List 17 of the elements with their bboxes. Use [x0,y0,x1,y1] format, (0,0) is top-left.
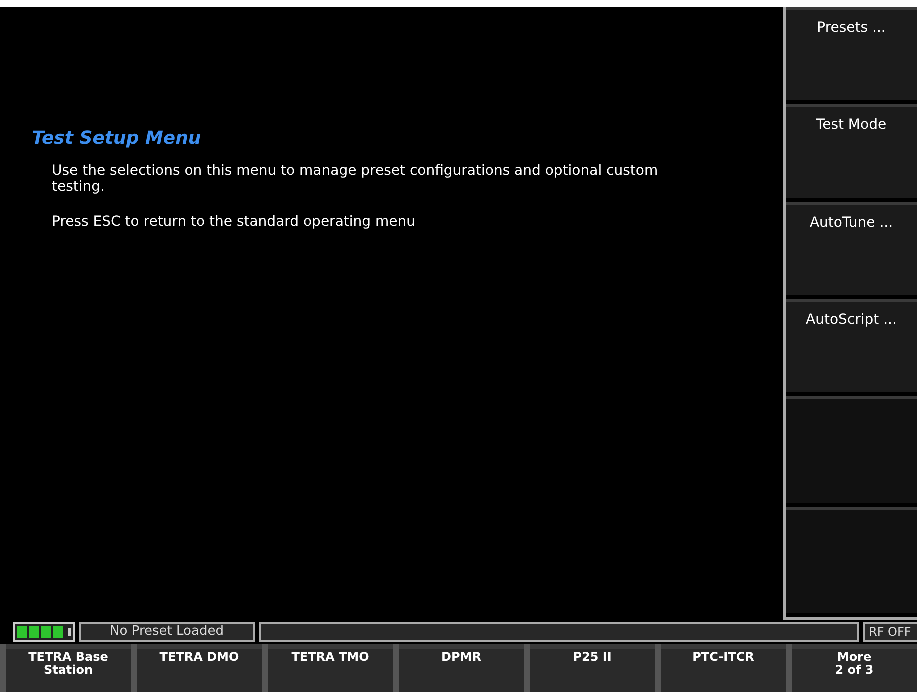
rf-status: RF OFF [863,622,917,642]
menu-softkey[interactable]: AutoScript ... [786,299,917,392]
menu-softkey[interactable]: Test Mode [786,104,917,198]
menu-title: Test Setup Menu [32,128,202,149]
mode-softkey[interactable]: TETRA DMO [137,644,262,692]
mode-softkey[interactable]: PTC-ITCR [661,644,786,692]
help-text: Use the selections on this menu to manage preset configurations and optional custom testing. [52,163,660,195]
help-text: Press ESC to return to the standard operating menu [52,214,416,230]
menu-softkey[interactable]: AutoTune ... [786,202,917,296]
preset-status: No Preset Loaded [79,622,255,642]
battery-icon [13,622,75,642]
mode-softkey[interactable]: TETRA Base Station [6,644,131,692]
mode-softkey[interactable]: DPMR [399,644,524,692]
menu-softkey[interactable]: Presets ... [786,7,917,100]
mode-softkey[interactable]: TETRA TMO [268,644,393,692]
mode-softkey[interactable]: P25 II [530,644,655,692]
mode-softkey[interactable]: More 2 of 3 [792,644,917,692]
